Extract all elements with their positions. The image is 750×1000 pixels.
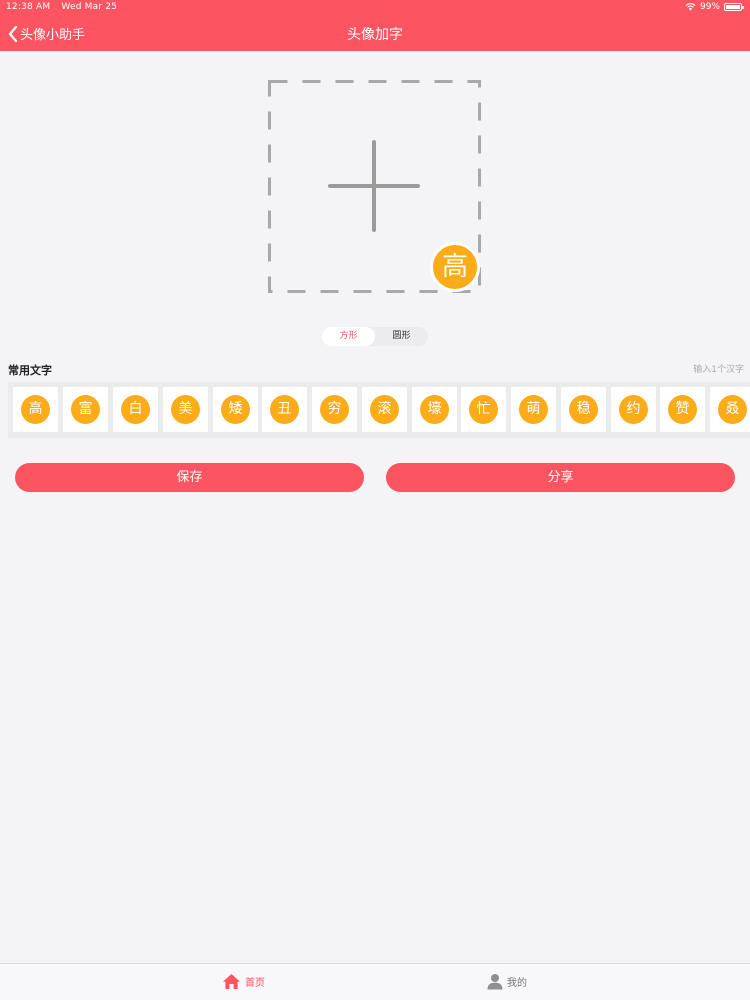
shape-option-circle[interactable]: 圆形 [375,327,428,346]
char-option-label: 高 [21,395,50,424]
char-option[interactable]: 富 [63,387,108,432]
char-option[interactable]: 约 [611,387,656,432]
tab-bar: 首页 我的 [0,963,750,1000]
common-chars-label: 常用文字 [8,364,52,377]
char-option-label: 美 [171,395,200,424]
char-option-label: 矮 [221,395,250,424]
char-option[interactable]: 滚 [362,387,407,432]
shape-toggle: 方形 圆形 [322,327,428,346]
char-option[interactable]: 穷 [312,387,357,432]
status-date: Wed Mar 25 [61,2,118,12]
char-option[interactable]: 稳 [561,387,606,432]
char-option[interactable]: 美 [163,387,208,432]
shape-option-square[interactable]: 方形 [322,327,375,346]
input-hint[interactable]: 输入1个汉字 [693,362,744,375]
char-option-label: 滚 [370,395,399,424]
char-option[interactable]: 忙 [461,387,506,432]
char-option-label: 白 [121,395,150,424]
char-option-label: 忙 [469,395,498,424]
char-option-label: 萌 [519,395,548,424]
page-title: 头像加字 [347,27,403,43]
char-option[interactable]: 赞 [660,387,705,432]
user-icon [487,974,503,990]
char-option-label: 穷 [320,395,349,424]
home-icon [223,974,240,989]
char-option[interactable]: 壕 [412,387,457,432]
tab-mine[interactable]: 我的 [487,973,527,990]
battery-icon [724,3,744,11]
char-option-label: 壕 [420,395,449,424]
tab-mine-label: 我的 [507,978,527,989]
battery-level-fill [726,5,740,9]
char-option-label: 稳 [569,395,598,424]
char-option[interactable]: 叒 [710,387,750,432]
char-option-label: 约 [619,395,648,424]
char-option[interactable]: 矮 [213,387,258,432]
common-chars-strip[interactable]: 高 富 白 美 矮 丑 穷 滚 壕 忙 萌 稳 约 赞 叒 [8,382,750,438]
wifi-icon [685,3,696,11]
char-option-label: 丑 [270,395,299,424]
status-time: 12:38 AM [6,2,51,12]
selected-char-badge: 高 [430,242,480,292]
char-option-label: 富 [71,395,100,424]
battery-percent: 99% [699,2,720,12]
status-bar-left: 12:38 AM Wed Mar 25 [6,2,125,12]
share-button[interactable]: 分享 [386,463,735,492]
save-button[interactable]: 保存 [15,463,364,492]
char-option[interactable]: 萌 [511,387,556,432]
status-bar-right: 99% [685,2,744,12]
char-option[interactable]: 白 [113,387,158,432]
tab-home[interactable]: 首页 [222,973,265,990]
char-option[interactable]: 丑 [262,387,307,432]
char-option-label: 叒 [718,395,747,424]
char-option-label: 赞 [668,395,697,424]
tab-home-label: 首页 [245,978,265,989]
char-option[interactable]: 高 [13,387,58,432]
header-bar: 12:38 AM Wed Mar 25 99% 头像小助手 头像加字 [0,0,750,51]
plus-icon [328,140,420,232]
